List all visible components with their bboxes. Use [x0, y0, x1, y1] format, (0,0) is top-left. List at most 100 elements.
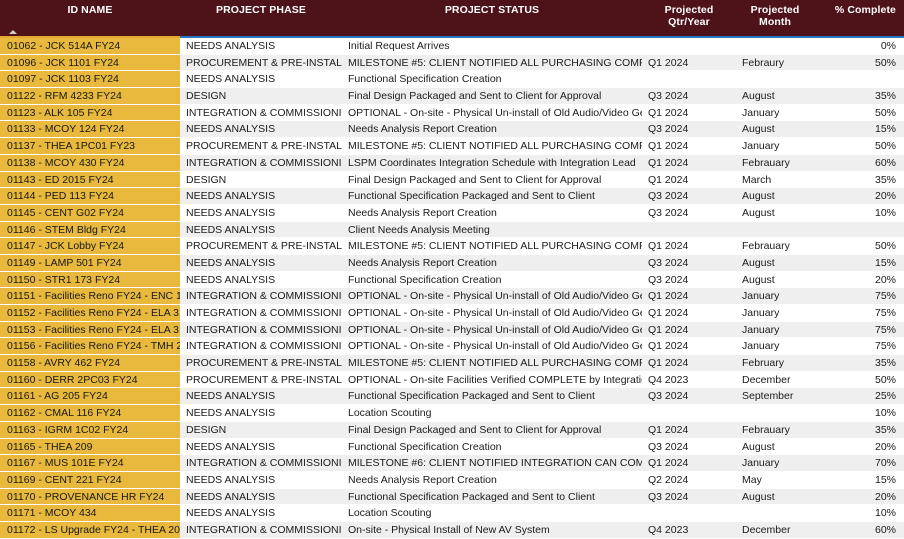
table-row[interactable]: 01122 - RFM 4233 FY24 DESIGN Final Design … — [0, 88, 904, 105]
table-row[interactable]: 01150 - STR1 173 FY24 NEEDS ANALYSIS Funct… — [0, 271, 904, 289]
cell-id-name[interactable]: 01153 - Facilities Reno FY24 - ELA 312 — [0, 321, 180, 339]
table-row[interactable]: 01162 - CMAL 116 FY24 NEEDS ANALYSIS Locat… — [0, 405, 904, 422]
table-row[interactable]: 01144 - PED 113 FY24 NEEDS ANALYSIS Functi… — [0, 188, 904, 205]
table-row[interactable]: 01153 - Facilities Reno FY24 - ELA 312 IN… — [0, 321, 904, 339]
table-row[interactable]: 01062 - JCK 514A FY24 NEEDS ANALYSIS Initi… — [0, 38, 904, 55]
cell-id-name[interactable]: 01144 - PED 113 FY24 — [0, 188, 180, 205]
table-row[interactable]: 01160 - DERR 2PC03 FY24 PROCUREMENT & PRE… — [0, 371, 904, 389]
cell-projected-month: Febrauary — [736, 238, 814, 255]
column-header-project-phase[interactable]: PROJECT PHASE — [180, 0, 342, 36]
cell-project-phase: INTEGRATION & COMMISSIONING — [180, 305, 342, 322]
cell-project-phase: PROCUREMENT & PRE-INSTALL — [180, 54, 342, 72]
cell-id-name[interactable]: 01158 - AVRY 462 FY24 — [0, 355, 180, 372]
cell-id-name[interactable]: 01133 - MCOY 124 FY24 — [0, 121, 180, 139]
cell-project-phase: NEEDS ANALYSIS — [180, 405, 342, 422]
cell-project-status: Functional Specification Creation — [342, 438, 642, 456]
table-row[interactable]: 01096 - JCK 1101 FY24 PROCUREMENT & PRE-I… — [0, 54, 904, 72]
cell-project-status: Final Design Packaged and Sent to Client… — [342, 171, 642, 189]
column-header-projected-month[interactable]: Projected Month — [736, 0, 814, 36]
cell-project-status: OPTIONAL - On-site - Physical Un-install… — [342, 104, 642, 122]
cell-projected-month: January — [736, 338, 814, 356]
cell-projected-qtr-year: Q3 2024 — [642, 488, 736, 506]
column-header-id-name[interactable]: ID NAME — [0, 0, 180, 36]
table-row[interactable]: 01147 - JCK Lobby FY24 PROCUREMENT & PRE-… — [0, 238, 904, 255]
cell-id-name[interactable]: 01146 - STEM Bldg FY24 — [0, 221, 180, 239]
table-row[interactable]: 01138 - MCOY 430 FY24 INTEGRATION & COMMI… — [0, 154, 904, 172]
table-row[interactable]: 01133 - MCOY 124 FY24 NEEDS ANALYSIS Needs… — [0, 121, 904, 139]
table-row[interactable]: 01161 - AG 205 FY24 NEEDS ANALYSIS Functio… — [0, 388, 904, 406]
cell-id-name[interactable]: 01150 - STR1 173 FY24 — [0, 271, 180, 289]
cell-id-name[interactable]: 01145 - CENT G02 FY24 — [0, 204, 180, 222]
table-row[interactable]: 01158 - AVRY 462 FY24 PROCUREMENT & PRE-I… — [0, 355, 904, 372]
cell-id-name[interactable]: 01147 - JCK Lobby FY24 — [0, 238, 180, 255]
cell-id-name[interactable]: 01151 - Facilities Reno FY24 - ENC 141 — [0, 288, 180, 305]
cell-id-name[interactable]: 01171 - MCOY 434 — [0, 505, 180, 522]
cell-percent-complete: 20% — [814, 188, 904, 205]
cell-project-status: MILESTONE #5: CLIENT NOTIFIED ALL PURCHA… — [342, 238, 642, 255]
column-header-project-status[interactable]: PROJECT STATUS — [342, 0, 642, 36]
cell-projected-qtr-year: Q3 2024 — [642, 271, 736, 289]
table-row[interactable]: 01137 - THEA 1PC01 FY23 PROCUREMENT & PRE… — [0, 138, 904, 155]
table-row[interactable]: 01149 - LAMP 501 FY24 NEEDS ANALYSIS Needs… — [0, 254, 904, 272]
cell-id-name[interactable]: 01161 - AG 205 FY24 — [0, 388, 180, 406]
cell-id-name[interactable]: 01122 - RFM 4233 FY24 — [0, 88, 180, 105]
table-row[interactable]: 01145 - CENT G02 FY24 NEEDS ANALYSIS Needs… — [0, 204, 904, 222]
cell-project-phase: DESIGN — [180, 88, 342, 105]
cell-id-name[interactable]: 01062 - JCK 514A FY24 — [0, 38, 180, 55]
cell-projected-qtr-year: Q1 2024 — [642, 138, 736, 155]
cell-percent-complete: 60% — [814, 521, 904, 539]
table-row[interactable]: 01146 - STEM Bldg FY24 NEEDS ANALYSIS Clie… — [0, 221, 904, 239]
cell-project-status: Needs Analysis Report Creation — [342, 254, 642, 272]
cell-id-name[interactable]: 01152 - Facilities Reno FY24 - ELA 315 — [0, 305, 180, 322]
cell-project-status: Functional Specification Creation — [342, 71, 642, 89]
cell-id-name[interactable]: 01172 - LS Upgrade FY24 - THEA 201 — [0, 521, 180, 539]
cell-id-name[interactable]: 01097 - JCK 1103 FY24 — [0, 71, 180, 89]
table-row[interactable]: 01097 - JCK 1103 FY24 NEEDS ANALYSIS Funct… — [0, 71, 904, 89]
cell-project-status: Functional Specification Packaged and Se… — [342, 188, 642, 205]
cell-project-status: Initial Request Arrives — [342, 38, 642, 55]
cell-id-name[interactable]: 01167 - MUS 101E FY24 — [0, 455, 180, 472]
table-row[interactable]: 01156 - Facilities Reno FY24 - TMH 201 IN… — [0, 338, 904, 356]
table-row[interactable]: 01163 - IGRM 1C02 FY24 DESIGN Final Design… — [0, 421, 904, 439]
table-row[interactable]: 01152 - Facilities Reno FY24 - ELA 315 IN… — [0, 305, 904, 322]
table-row[interactable]: 01165 - THEA 209 NEEDS ANALYSIS Functional… — [0, 438, 904, 456]
column-header-percent-complete[interactable]: % Complete — [814, 0, 904, 36]
cell-projected-qtr-year — [642, 505, 736, 522]
cell-projected-month: January — [736, 288, 814, 305]
cell-id-name[interactable]: 01162 - CMAL 116 FY24 — [0, 405, 180, 422]
cell-projected-month: January — [736, 305, 814, 322]
cell-project-status: OPTIONAL - On-site - Physical Un-install… — [342, 288, 642, 305]
cell-percent-complete: 15% — [814, 471, 904, 489]
table-row[interactable]: 01123 - ALK 105 FY24 INTEGRATION & COMMIS… — [0, 104, 904, 122]
cell-id-name[interactable]: 01169 - CENT 221 FY24 — [0, 471, 180, 489]
cell-projected-month: August — [736, 188, 814, 205]
cell-id-name[interactable]: 01123 - ALK 105 FY24 — [0, 104, 180, 122]
cell-project-status: OPTIONAL - On-site - Physical Un-install… — [342, 321, 642, 339]
cell-id-name[interactable]: 01149 - LAMP 501 FY24 — [0, 254, 180, 272]
cell-projected-qtr-year: Q1 2024 — [642, 338, 736, 356]
cell-project-phase: DESIGN — [180, 171, 342, 189]
cell-project-phase: INTEGRATION & COMMISSIONING — [180, 321, 342, 339]
sort-ascending-icon[interactable] — [9, 30, 17, 34]
table-row[interactable]: 01172 - LS Upgrade FY24 - THEA 201 INTEGR… — [0, 521, 904, 539]
cell-id-name[interactable]: 01170 - PROVENANCE HR FY24 — [0, 488, 180, 506]
table-row[interactable]: 01171 - MCOY 434 NEEDS ANALYSIS Location S… — [0, 505, 904, 522]
cell-projected-qtr-year — [642, 71, 736, 89]
cell-id-name[interactable]: 01143 - ED 2015 FY24 — [0, 171, 180, 189]
table-row[interactable]: 01143 - ED 2015 FY24 DESIGN Final Design P… — [0, 171, 904, 189]
cell-id-name[interactable]: 01163 - IGRM 1C02 FY24 — [0, 421, 180, 439]
cell-id-name[interactable]: 01156 - Facilities Reno FY24 - TMH 201 — [0, 338, 180, 356]
table-row[interactable]: 01169 - CENT 221 FY24 NEEDS ANALYSIS Needs… — [0, 471, 904, 489]
column-header-projected-qtr-year[interactable]: Projected Qtr/Year — [642, 0, 736, 36]
cell-id-name[interactable]: 01137 - THEA 1PC01 FY23 — [0, 138, 180, 155]
table-row[interactable]: 01151 - Facilities Reno FY24 - ENC 141 IN… — [0, 288, 904, 305]
cell-id-name[interactable]: 01160 - DERR 2PC03 FY24 — [0, 371, 180, 389]
cell-percent-complete: 50% — [814, 104, 904, 122]
cell-projected-month: December — [736, 371, 814, 389]
table-row[interactable]: 01170 - PROVENANCE HR FY24 NEEDS ANALYSIS… — [0, 488, 904, 506]
cell-id-name[interactable]: 01138 - MCOY 430 FY24 — [0, 154, 180, 172]
cell-id-name[interactable]: 01096 - JCK 1101 FY24 — [0, 54, 180, 72]
cell-id-name[interactable]: 01165 - THEA 209 — [0, 438, 180, 456]
cell-projected-month: Febrauary — [736, 154, 814, 172]
table-row[interactable]: 01167 - MUS 101E FY24 INTEGRATION & COMMI… — [0, 455, 904, 472]
